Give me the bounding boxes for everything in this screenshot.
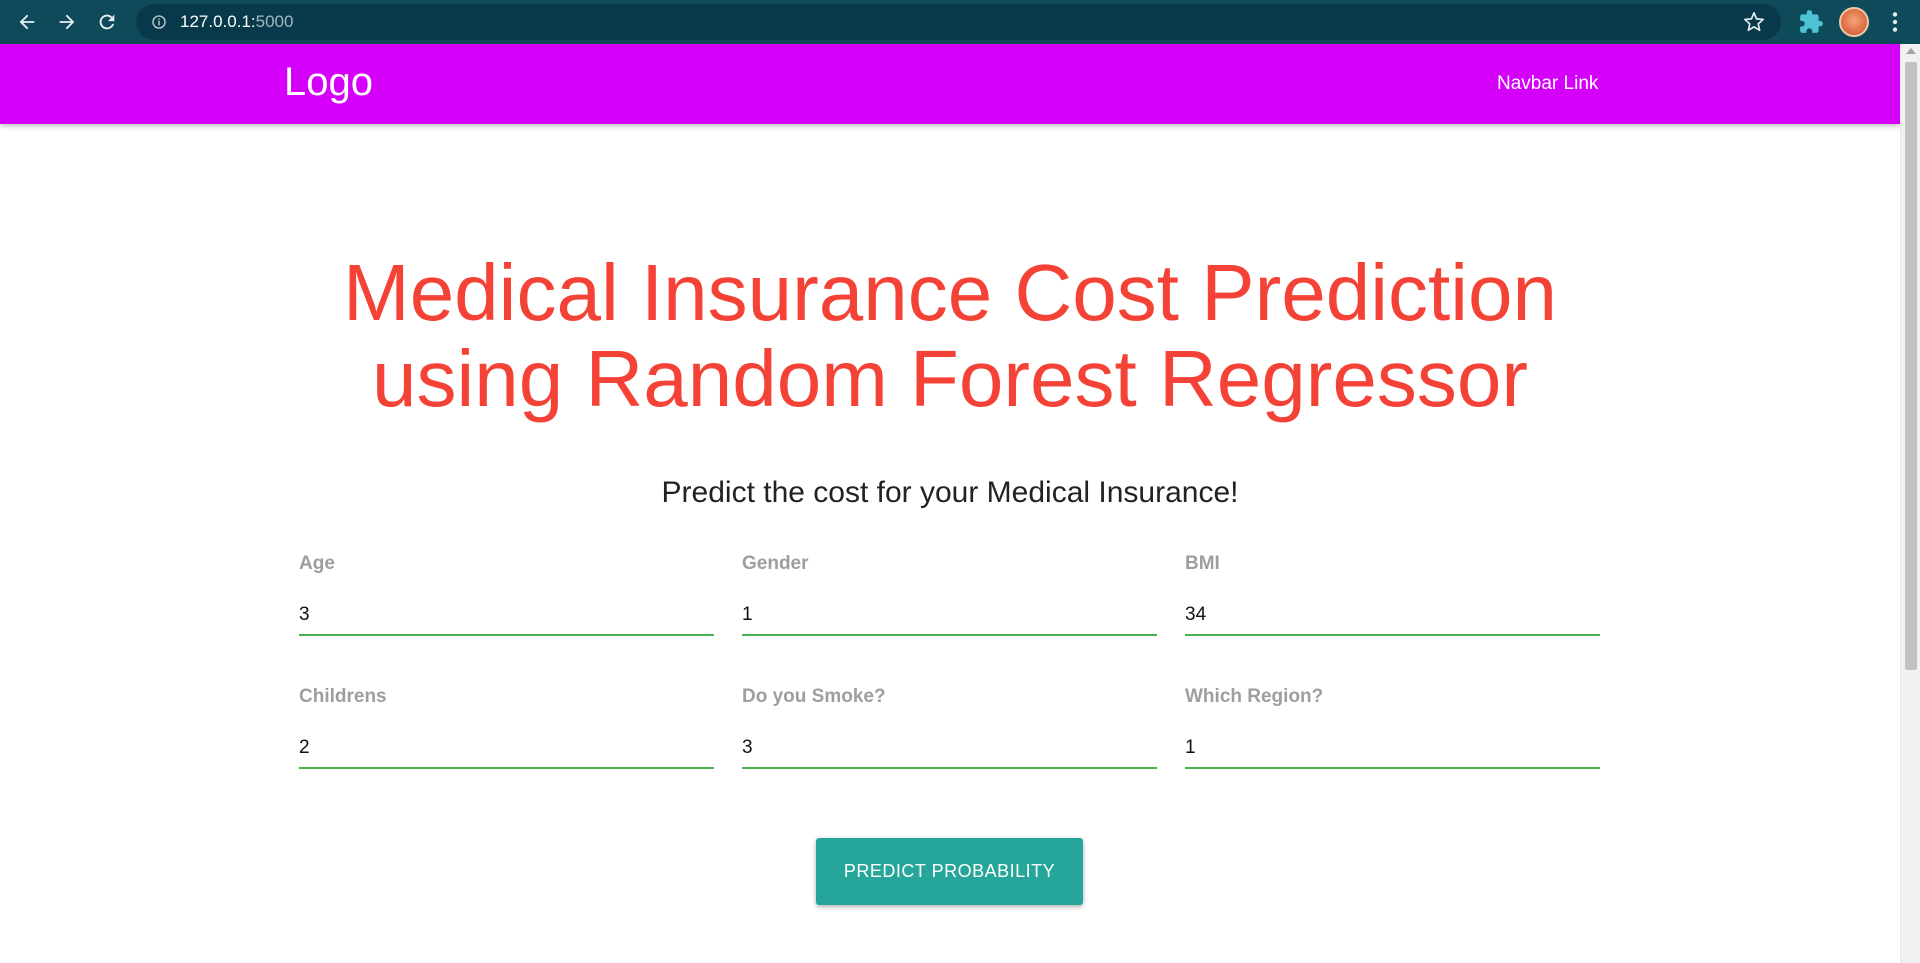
forward-arrow-icon (59, 14, 75, 30)
gender-field: Gender (742, 552, 1157, 636)
age-label: Age (299, 553, 335, 574)
reload-icon (99, 14, 115, 30)
bmi-field: BMI (1185, 552, 1600, 636)
site-navbar: Logo Navbar Link (0, 44, 1900, 124)
children-label: Childrens (299, 686, 387, 707)
forward-button[interactable] (47, 0, 87, 44)
scroll-up-arrow-icon[interactable] (1906, 48, 1916, 54)
region-field: Which Region? (1185, 685, 1600, 769)
info-icon[interactable] (150, 13, 168, 31)
puzzle-icon[interactable] (1798, 9, 1824, 35)
page-title: Medical Insurance Cost Prediction using … (300, 250, 1600, 422)
star-icon[interactable] (1743, 11, 1765, 33)
page-subtitle: Predict the cost for your Medical Insura… (661, 476, 1239, 509)
brand-logo[interactable]: Logo (284, 60, 373, 104)
reload-button[interactable] (87, 0, 127, 44)
age-field: Age (299, 552, 714, 636)
navbar-link[interactable]: Navbar Link (1497, 73, 1598, 95)
back-arrow-icon (19, 14, 35, 30)
smoker-label: Do you Smoke? (742, 686, 886, 707)
region-input[interactable] (1185, 735, 1600, 769)
scrollbar-thumb[interactable] (1905, 62, 1917, 670)
title-line-2: using Random Forest Regressor (371, 334, 1529, 423)
url-port: 5000 (255, 12, 294, 31)
region-label: Which Region? (1185, 686, 1324, 707)
address-bar[interactable]: 127.0.0.1: 5000 (136, 4, 1781, 40)
children-field: Childrens (299, 685, 714, 769)
browser-toolbar: 127.0.0.1: 5000 (0, 0, 1920, 44)
predict-button[interactable]: Predict Probability (816, 838, 1083, 905)
bmi-input[interactable] (1185, 602, 1600, 636)
back-button[interactable] (7, 0, 47, 44)
url-host: 127.0.0.1: (180, 12, 256, 31)
age-input[interactable] (299, 602, 714, 636)
smoker-input[interactable] (742, 735, 1157, 769)
children-input[interactable] (299, 735, 714, 769)
page-scrollbar[interactable] (1900, 44, 1920, 963)
gender-label: Gender (742, 553, 809, 574)
profile-avatar[interactable] (1839, 7, 1869, 37)
bmi-label: BMI (1185, 553, 1220, 574)
kebab-menu-icon[interactable] (1882, 9, 1908, 35)
smoker-field: Do you Smoke? (742, 685, 1157, 769)
gender-input[interactable] (742, 602, 1157, 636)
title-line-1: Medical Insurance Cost Prediction (343, 248, 1557, 337)
